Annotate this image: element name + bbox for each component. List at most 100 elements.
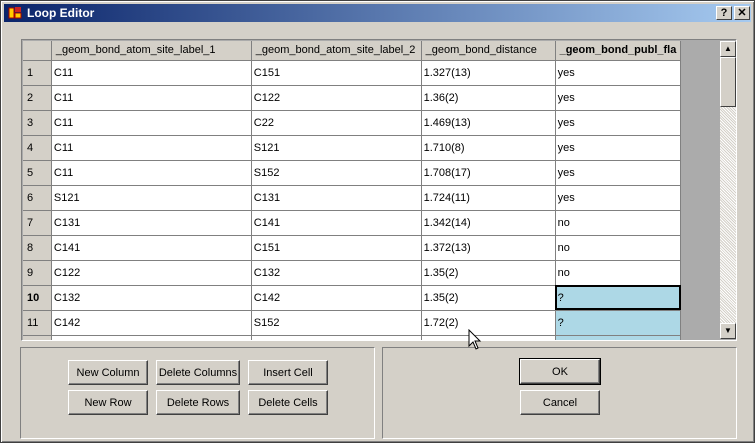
grid-cell[interactable]: yes bbox=[555, 110, 682, 136]
close-button[interactable]: ✕ bbox=[734, 6, 750, 20]
grid-cell[interactable]: C11 bbox=[51, 85, 252, 111]
row-header[interactable]: 11 bbox=[23, 310, 52, 336]
grid-cell[interactable]: yes bbox=[555, 85, 682, 111]
row-header[interactable]: 2 bbox=[23, 85, 52, 111]
grid-cell[interactable]: C141 bbox=[51, 235, 252, 261]
column-header[interactable]: _geom_bond_atom_site_label_1 bbox=[51, 41, 252, 61]
row-header[interactable]: 1 bbox=[23, 60, 52, 86]
grid-cell[interactable]: yes bbox=[555, 185, 682, 211]
scroll-up-icon[interactable]: ▲ bbox=[720, 41, 736, 57]
grid-cell[interactable] bbox=[555, 335, 682, 340]
scroll-down-icon[interactable]: ▼ bbox=[720, 323, 736, 339]
row-filler bbox=[680, 335, 719, 340]
table-row[interactable] bbox=[23, 335, 719, 340]
grid-cell[interactable]: 1.710(8) bbox=[421, 135, 556, 161]
grid-cell[interactable]: ? bbox=[555, 310, 682, 336]
new-column-button[interactable]: New Column bbox=[68, 360, 148, 385]
grid-cell[interactable]: S152 bbox=[251, 310, 422, 336]
grid-cell[interactable]: 1.327(13) bbox=[421, 60, 556, 86]
grid-cell[interactable]: yes bbox=[555, 60, 682, 86]
grid-cell[interactable]: S121 bbox=[251, 135, 422, 161]
row-header[interactable]: 5 bbox=[23, 160, 52, 186]
grid-cell[interactable]: C141 bbox=[251, 210, 422, 236]
grid-cell[interactable]: C142 bbox=[251, 285, 422, 311]
grid-cell[interactable]: C151 bbox=[251, 235, 422, 261]
corner-cell[interactable] bbox=[23, 41, 52, 61]
grid-cell[interactable]: no bbox=[555, 210, 682, 236]
new-row-button[interactable]: New Row bbox=[68, 390, 148, 415]
column-header[interactable]: _geom_bond_distance bbox=[421, 41, 556, 61]
loop-grid-frame: _geom_bond_atom_site_label_1 _geom_bond_… bbox=[21, 39, 737, 341]
row-header[interactable]: 7 bbox=[23, 210, 52, 236]
grid-cell[interactable] bbox=[51, 335, 252, 340]
grid-cell[interactable]: 1.372(13) bbox=[421, 235, 556, 261]
dialog-buttons-panel: OK Cancel bbox=[382, 347, 737, 439]
column-header[interactable]: _geom_bond_publ_fla bbox=[555, 41, 682, 61]
grid-cell[interactable]: C11 bbox=[51, 135, 252, 161]
loop-grid[interactable]: _geom_bond_atom_site_label_1 _geom_bond_… bbox=[23, 41, 719, 340]
grid-cell[interactable]: 1.724(11) bbox=[421, 185, 556, 211]
table-row[interactable]: 3 C11 C22 1.469(13) yes bbox=[23, 110, 719, 136]
grid-cell[interactable] bbox=[251, 335, 422, 340]
table-row[interactable]: 1 C11 C151 1.327(13) yes bbox=[23, 60, 719, 86]
grid-cell[interactable]: yes bbox=[555, 135, 682, 161]
grid-cell[interactable]: C131 bbox=[51, 210, 252, 236]
vertical-scrollbar[interactable]: ▲ ▼ bbox=[720, 41, 736, 339]
row-filler bbox=[680, 235, 719, 260]
help-button[interactable]: ? bbox=[716, 6, 732, 20]
delete-columns-button[interactable]: Delete Columns bbox=[156, 360, 240, 385]
grid-cell[interactable]: C22 bbox=[251, 110, 422, 136]
table-row[interactable]: 5 C11 S152 1.708(17) yes bbox=[23, 160, 719, 186]
delete-cells-button[interactable]: Delete Cells bbox=[248, 390, 328, 415]
cancel-button[interactable]: Cancel bbox=[520, 390, 600, 415]
table-row[interactable]: 11 C142 S152 1.72(2)? bbox=[23, 310, 719, 336]
row-filler bbox=[680, 260, 719, 285]
title-bar[interactable]: Loop Editor ? ✕ bbox=[4, 4, 751, 22]
delete-rows-button[interactable]: Delete Rows bbox=[156, 390, 240, 415]
row-header[interactable]: 10 bbox=[23, 285, 52, 311]
grid-cell[interactable]: C142 bbox=[51, 310, 252, 336]
grid-cell[interactable]: C122 bbox=[51, 260, 252, 286]
grid-cell[interactable]: 1.72(2) bbox=[421, 310, 556, 336]
grid-cell[interactable]: C11 bbox=[51, 110, 252, 136]
grid-cell[interactable] bbox=[421, 335, 556, 340]
grid-cell[interactable]: yes bbox=[555, 160, 682, 186]
scroll-thumb[interactable] bbox=[720, 57, 736, 107]
table-row[interactable]: 10 C132 C142 1.35(2)? bbox=[23, 285, 719, 311]
grid-cell[interactable]: 1.469(13) bbox=[421, 110, 556, 136]
grid-cell[interactable]: C132 bbox=[51, 285, 252, 311]
row-header[interactable]: 6 bbox=[23, 185, 52, 211]
ok-button[interactable]: OK bbox=[519, 358, 601, 385]
table-row[interactable]: 9 C122 C132 1.35(2) no bbox=[23, 260, 719, 286]
edit-buttons-panel: New Column Delete Columns Insert Cell Ne… bbox=[20, 347, 375, 439]
grid-cell[interactable]: ? bbox=[555, 285, 682, 311]
row-header[interactable]: 8 bbox=[23, 235, 52, 261]
grid-cell[interactable]: 1.35(2) bbox=[421, 260, 556, 286]
grid-cell[interactable]: C122 bbox=[251, 85, 422, 111]
grid-cell[interactable]: C131 bbox=[251, 185, 422, 211]
grid-cell[interactable]: S152 bbox=[251, 160, 422, 186]
row-header[interactable]: 9 bbox=[23, 260, 52, 286]
table-row[interactable]: 2 C11 C122 1.36(2) yes bbox=[23, 85, 719, 111]
grid-cell[interactable]: 1.342(14) bbox=[421, 210, 556, 236]
row-header[interactable]: 3 bbox=[23, 110, 52, 136]
column-header[interactable]: _geom_bond_atom_site_label_2 bbox=[251, 41, 422, 61]
grid-cell[interactable]: S121 bbox=[51, 185, 252, 211]
row-header[interactable]: 4 bbox=[23, 135, 52, 161]
grid-cell[interactable]: 1.708(17) bbox=[421, 160, 556, 186]
grid-cell[interactable]: no bbox=[555, 260, 682, 286]
insert-cell-button[interactable]: Insert Cell bbox=[248, 360, 328, 385]
table-row[interactable]: 4 C11 S121 1.710(8) yes bbox=[23, 135, 719, 161]
grid-cell[interactable]: C132 bbox=[251, 260, 422, 286]
grid-cell[interactable]: C11 bbox=[51, 60, 252, 86]
grid-cell[interactable]: no bbox=[555, 235, 682, 261]
table-row[interactable]: 8 C141 C151 1.372(13) no bbox=[23, 235, 719, 261]
grid-cell[interactable]: 1.36(2) bbox=[421, 85, 556, 111]
grid-cell[interactable]: C151 bbox=[251, 60, 422, 86]
table-row[interactable]: 7 C131 C141 1.342(14) no bbox=[23, 210, 719, 236]
row-header[interactable] bbox=[23, 335, 52, 340]
table-row[interactable]: 6 S121 C131 1.724(11) yes bbox=[23, 185, 719, 211]
row-filler bbox=[680, 110, 719, 135]
grid-cell[interactable]: 1.35(2) bbox=[421, 285, 556, 311]
grid-cell[interactable]: C11 bbox=[51, 160, 252, 186]
